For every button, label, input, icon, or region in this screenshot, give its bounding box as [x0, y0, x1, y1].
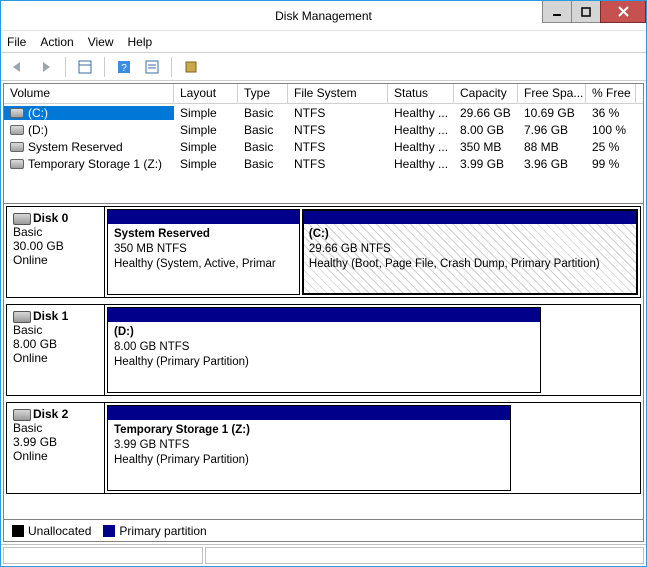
- partition-header: [108, 210, 299, 224]
- swatch-primary-icon: [103, 525, 115, 537]
- partition[interactable]: (D:)8.00 GB NTFSHealthy (Primary Partiti…: [107, 307, 541, 393]
- volume-row[interactable]: Temporary Storage 1 (Z:)SimpleBasicNTFSH…: [4, 155, 643, 172]
- partition-header: [108, 308, 540, 322]
- legend: Unallocated Primary partition: [4, 519, 643, 541]
- partition-body: (D:)8.00 GB NTFSHealthy (Primary Partiti…: [108, 322, 540, 392]
- disk-management-window: Disk Management File Action View Help: [0, 0, 647, 567]
- col-type[interactable]: Type: [238, 84, 288, 103]
- swatch-unallocated-icon: [12, 525, 24, 537]
- disk-partitions: System Reserved350 MB NTFSHealthy (Syste…: [105, 207, 640, 297]
- forward-button[interactable]: [35, 56, 57, 78]
- volume-list-header[interactable]: Volume Layout Type File System Status Ca…: [4, 84, 643, 104]
- menu-file[interactable]: File: [7, 35, 26, 49]
- disk-info[interactable]: Disk 2Basic3.99 GBOnline: [7, 403, 105, 493]
- disk-partitions: (D:)8.00 GB NTFSHealthy (Primary Partiti…: [105, 305, 640, 395]
- col-capacity[interactable]: Capacity: [454, 84, 518, 103]
- col-layout[interactable]: Layout: [174, 84, 238, 103]
- menu-view[interactable]: View: [88, 35, 114, 49]
- partition-body: System Reserved350 MB NTFSHealthy (Syste…: [108, 224, 299, 294]
- volume-row[interactable]: (D:)SimpleBasicNTFSHealthy ...8.00 GB7.9…: [4, 121, 643, 138]
- col-free[interactable]: Free Spa...: [518, 84, 586, 103]
- col-status[interactable]: Status: [388, 84, 454, 103]
- drive-icon: [10, 159, 24, 169]
- properties-icon[interactable]: [74, 56, 96, 78]
- toolbar: ?: [1, 53, 646, 81]
- list-view-icon[interactable]: [141, 56, 163, 78]
- partition[interactable]: System Reserved350 MB NTFSHealthy (Syste…: [107, 209, 300, 295]
- help-icon[interactable]: ?: [113, 56, 135, 78]
- col-fs[interactable]: File System: [288, 84, 388, 103]
- volume-list[interactable]: Volume Layout Type File System Status Ca…: [4, 84, 643, 204]
- col-pct[interactable]: % Free: [586, 84, 636, 103]
- disk-row: Disk 0Basic30.00 GBOnlineSystem Reserved…: [6, 206, 641, 298]
- partition-body: Temporary Storage 1 (Z:)3.99 GB NTFSHeal…: [108, 420, 510, 490]
- titlebar[interactable]: Disk Management: [1, 1, 646, 31]
- drive-icon: [10, 142, 24, 152]
- volume-row[interactable]: System ReservedSimpleBasicNTFSHealthy ..…: [4, 138, 643, 155]
- volume-rows: (C:)SimpleBasicNTFSHealthy ...29.66 GB10…: [4, 104, 643, 172]
- close-button[interactable]: [600, 1, 646, 23]
- legend-primary: Primary partition: [103, 524, 206, 538]
- legend-unallocated: Unallocated: [12, 524, 91, 538]
- toolbar-separator: [171, 57, 172, 77]
- maximize-button[interactable]: [571, 1, 601, 23]
- menu-action[interactable]: Action: [40, 35, 73, 49]
- disk-area[interactable]: Disk 0Basic30.00 GBOnlineSystem Reserved…: [4, 204, 643, 519]
- disk-partitions: Temporary Storage 1 (Z:)3.99 GB NTFSHeal…: [105, 403, 640, 493]
- drive-icon: [10, 108, 24, 118]
- statusbar-pane-2: [205, 547, 644, 564]
- menu-help[interactable]: Help: [128, 35, 153, 49]
- toolbar-separator: [65, 57, 66, 77]
- minimize-button[interactable]: [542, 1, 572, 23]
- drive-icon: [10, 125, 24, 135]
- partition[interactable]: Temporary Storage 1 (Z:)3.99 GB NTFSHeal…: [107, 405, 511, 491]
- col-volume[interactable]: Volume: [4, 84, 174, 103]
- refresh-icon[interactable]: [180, 56, 202, 78]
- disk-icon: [13, 311, 31, 323]
- toolbar-separator: [104, 57, 105, 77]
- svg-text:?: ?: [121, 63, 127, 74]
- partition-header: [108, 406, 510, 420]
- content-area: Volume Layout Type File System Status Ca…: [3, 83, 644, 542]
- disk-icon: [13, 409, 31, 421]
- partition[interactable]: (C:)29.66 GB NTFSHealthy (Boot, Page Fil…: [302, 209, 638, 295]
- disk-info[interactable]: Disk 0Basic30.00 GBOnline: [7, 207, 105, 297]
- disk-info[interactable]: Disk 1Basic8.00 GBOnline: [7, 305, 105, 395]
- disk-row: Disk 2Basic3.99 GBOnlineTemporary Storag…: [6, 402, 641, 494]
- back-button[interactable]: [7, 56, 29, 78]
- menubar: File Action View Help: [1, 31, 646, 53]
- disk-icon: [13, 213, 31, 225]
- statusbar: [1, 544, 646, 566]
- window-controls: [543, 1, 646, 23]
- partition-body: (C:)29.66 GB NTFSHealthy (Boot, Page Fil…: [303, 224, 637, 294]
- statusbar-pane-1: [3, 547, 203, 564]
- volume-row[interactable]: (C:)SimpleBasicNTFSHealthy ...29.66 GB10…: [4, 104, 643, 121]
- disk-row: Disk 1Basic8.00 GBOnline(D:)8.00 GB NTFS…: [6, 304, 641, 396]
- partition-header: [303, 210, 637, 224]
